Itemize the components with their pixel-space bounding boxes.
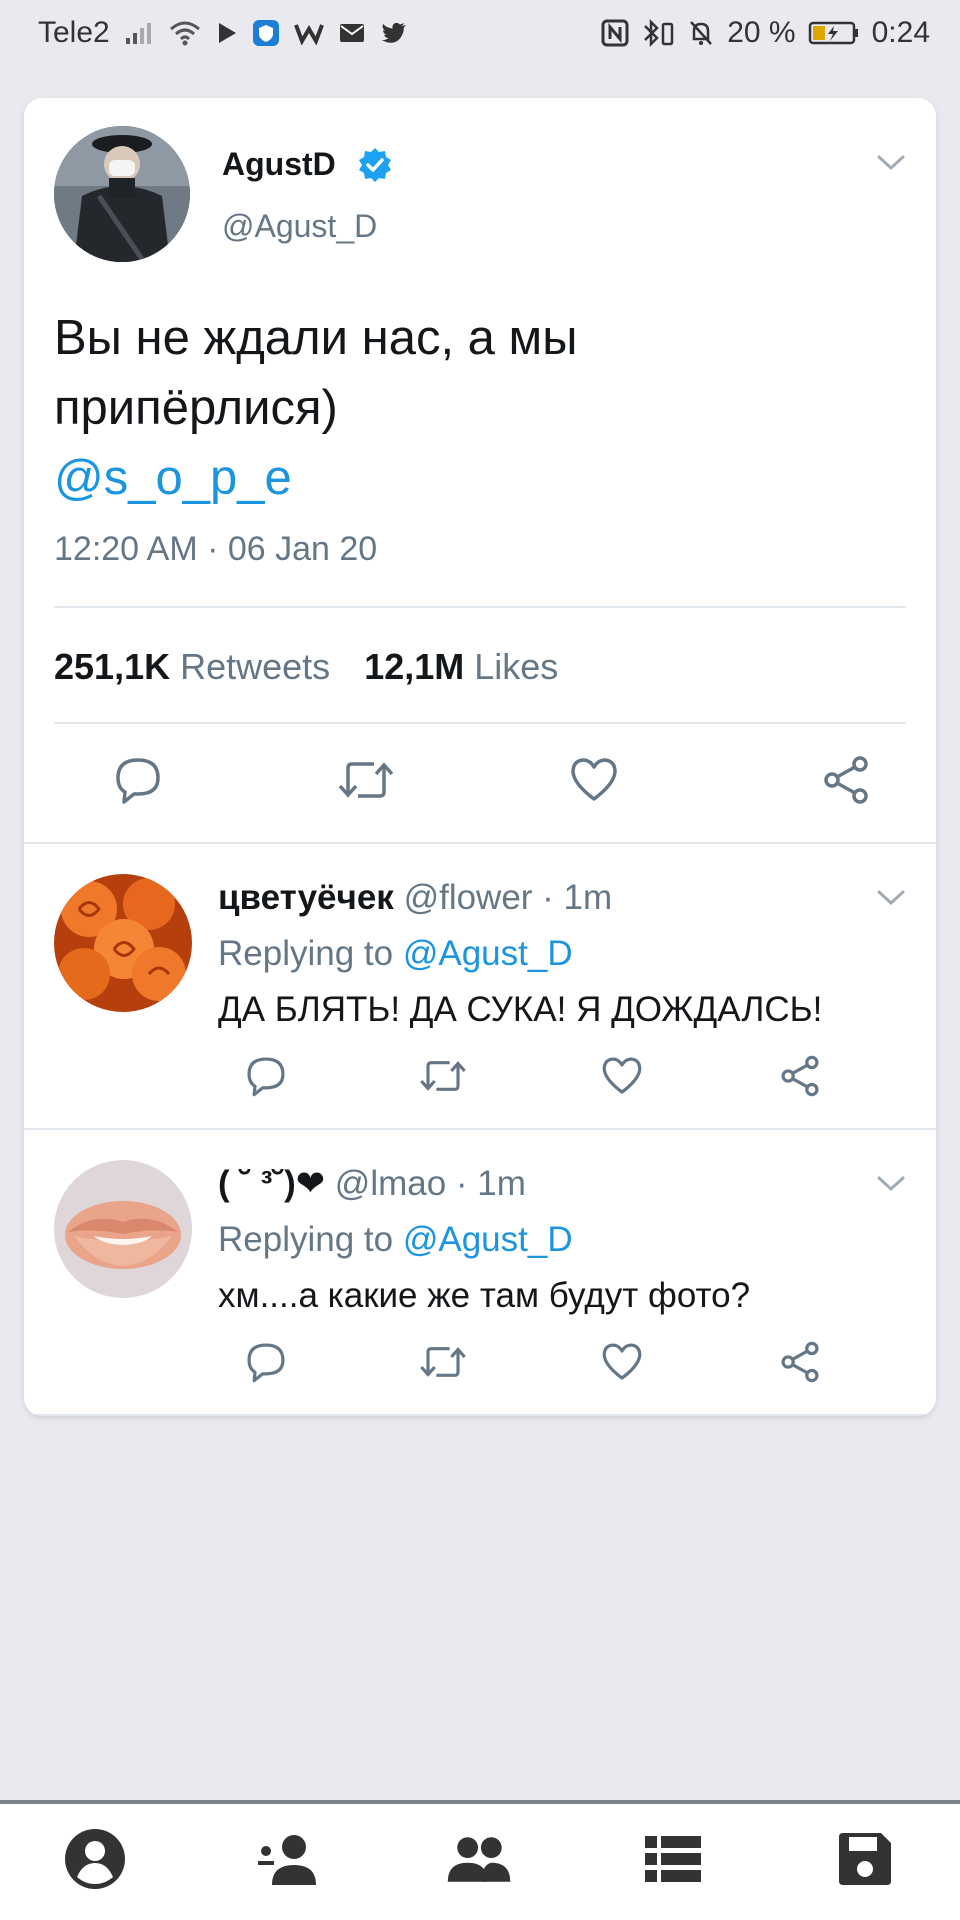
reply-author-name[interactable]: ( ˘ ³˘)❤ — [218, 1164, 325, 1203]
divider — [24, 1414, 936, 1416]
mute-bell-icon — [687, 19, 715, 47]
reply-text: хм....а какие же там будут фото? — [218, 1276, 751, 1315]
retweet-icon[interactable] — [418, 1054, 468, 1103]
reply-icon[interactable] — [244, 1054, 288, 1103]
author-name[interactable]: AgustD — [222, 146, 336, 183]
share-icon[interactable] — [778, 1340, 822, 1389]
reply-item[interactable]: ( ˘ ³˘)❤ @lmao · 1m Replying to @Agust_D… — [24, 1130, 936, 1414]
like-icon[interactable] — [600, 1340, 644, 1389]
chevron-down-icon[interactable] — [876, 153, 906, 173]
nfc-icon — [601, 19, 629, 47]
replying-prefix: Replying to — [218, 934, 394, 973]
replying-to: Replying to @Agust_D — [218, 934, 573, 974]
save-icon[interactable] — [830, 1824, 900, 1894]
play-icon — [216, 21, 238, 45]
chevron-down-icon[interactable] — [876, 1174, 906, 1194]
replying-to-link[interactable]: @Agust_D — [403, 1220, 573, 1259]
battery-percent: 20 % — [727, 16, 796, 49]
battery-icon — [808, 20, 860, 46]
reply-header: ( ˘ ³˘)❤ @lmao · 1m — [218, 1164, 526, 1204]
avatar[interactable] — [54, 874, 192, 1012]
signal-icon — [124, 20, 154, 46]
tweet-timestamp: 12:20 AM · 06 Jan 20 — [54, 530, 378, 568]
list-icon[interactable] — [638, 1824, 708, 1894]
likes-count: 12,1M — [364, 646, 465, 687]
add-user-icon[interactable] — [254, 1824, 324, 1894]
reply-meta: @flower · 1m — [403, 878, 613, 917]
replying-to: Replying to @Agust_D — [218, 1220, 573, 1260]
twitter-bird-icon — [380, 21, 408, 45]
retweet-icon[interactable] — [418, 1340, 468, 1389]
mail-icon — [338, 21, 366, 45]
like-icon[interactable] — [600, 1054, 644, 1103]
likes-stat[interactable]: 12,1M Likes — [364, 646, 558, 688]
tweet-text-line: Вы не ждали нас, а мы — [54, 311, 578, 365]
share-icon[interactable] — [778, 1054, 822, 1103]
reply-text: ДА БЛЯТЬ! ДА СУКА! Я ДОЖДАЛСЬ! — [218, 990, 823, 1029]
tweet-stats: 251,1K Retweets 12,1M Likes — [54, 646, 558, 688]
reply-author-name[interactable]: цветуёчек — [218, 878, 394, 917]
carrier-label: Tele2 — [38, 16, 110, 49]
retweets-count: 251,1K — [54, 646, 171, 687]
tweet-text: Вы не ждали нас, а мы припёрлися) @s_o_p… — [54, 303, 874, 513]
avatar[interactable] — [54, 126, 190, 262]
clock: 0:24 — [871, 16, 930, 49]
vpn-shield-icon — [252, 19, 280, 47]
retweet-icon[interactable] — [336, 754, 396, 811]
avatar[interactable] — [54, 1160, 192, 1298]
verified-badge-icon — [356, 146, 394, 184]
retweets-label: Retweets — [180, 646, 331, 687]
reply-icon[interactable] — [244, 1340, 288, 1389]
tweet-card: AgustD @Agust_D Вы не ждали нас, а мы пр… — [24, 98, 936, 1416]
reply-icon[interactable] — [112, 754, 164, 811]
likes-label: Likes — [474, 646, 559, 687]
chevron-down-icon[interactable] — [876, 888, 906, 908]
bottom-navigation — [0, 1800, 960, 1920]
like-icon[interactable] — [568, 754, 620, 811]
tweet-text-line: припёрлися) — [54, 381, 338, 435]
reply-item[interactable]: цветуёчек @flower · 1m Replying to @Agus… — [24, 844, 936, 1128]
w-app-icon — [293, 21, 324, 45]
bluetooth-icon — [641, 18, 675, 48]
wifi-icon — [168, 19, 202, 47]
reply-header: цветуёчек @flower · 1m — [218, 878, 612, 918]
share-icon[interactable] — [820, 754, 872, 811]
replying-prefix: Replying to — [218, 1220, 394, 1259]
profile-icon[interactable] — [60, 1824, 130, 1894]
replying-to-link[interactable]: @Agust_D — [403, 934, 573, 973]
main-tweet: AgustD @Agust_D Вы не ждали нас, а мы пр… — [24, 98, 936, 844]
divider — [54, 722, 906, 724]
reply-meta: @lmao · 1m — [334, 1164, 526, 1203]
mention-link[interactable]: @s_o_p_e — [54, 443, 874, 513]
author-handle[interactable]: @Agust_D — [222, 208, 377, 245]
group-icon[interactable] — [444, 1824, 514, 1894]
status-bar: Tele2 20 % 0:24 — [0, 0, 960, 66]
retweets-stat[interactable]: 251,1K Retweets — [54, 646, 330, 688]
divider — [54, 606, 906, 608]
